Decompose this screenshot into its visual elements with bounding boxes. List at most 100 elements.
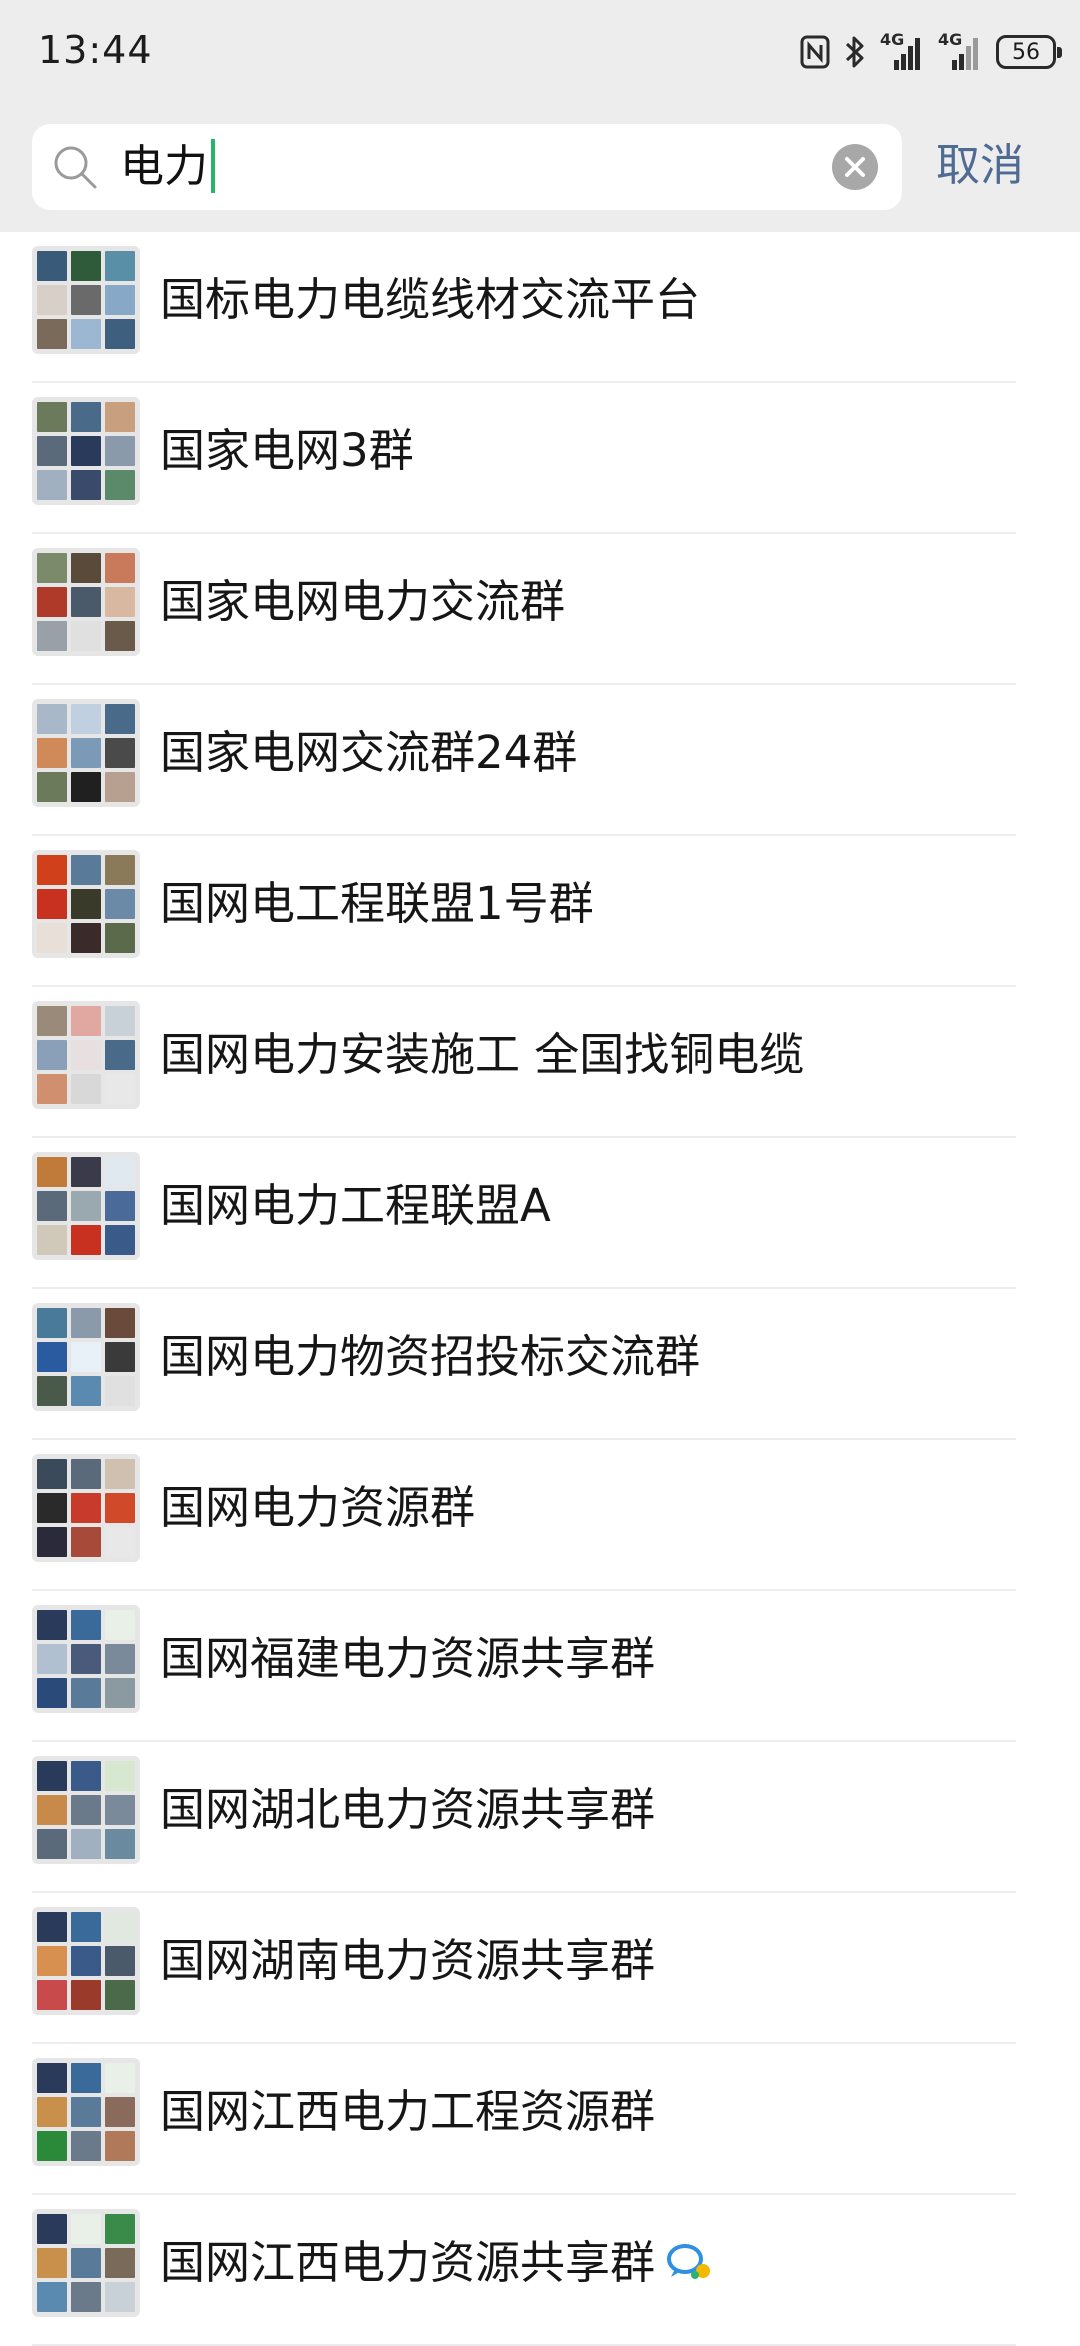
- group-result-row[interactable]: 国家电网电力交流群: [0, 534, 1080, 685]
- group-name: 国网电力物资招投标交流群: [160, 1289, 700, 1425]
- avatar-tile: [71, 1308, 101, 1338]
- group-name-text: 国家电网电力交流群: [160, 575, 566, 628]
- avatar-tile: [105, 889, 135, 919]
- avatar-tile: [71, 2248, 101, 2278]
- avatar-tile: [37, 1342, 67, 1372]
- group-avatar: [32, 2058, 140, 2166]
- avatar-tile: [71, 587, 101, 617]
- avatar-tile: [71, 1342, 101, 1372]
- close-icon: [845, 157, 865, 177]
- avatar-tile: [105, 285, 135, 315]
- avatar-tile: [71, 1527, 101, 1557]
- group-result-row[interactable]: 国网电力物资招投标交流群: [0, 1289, 1080, 1440]
- avatar-tile: [71, 1980, 101, 2010]
- group-result-row[interactable]: 国网福建电力资源共享群: [0, 1591, 1080, 1742]
- avatar-tile: [105, 1074, 135, 1104]
- avatar-tile: [105, 2282, 135, 2312]
- nfc-icon: [800, 35, 830, 69]
- avatar-tile: [105, 1225, 135, 1255]
- group-result-row[interactable]: 国网江西电力工程资源群: [0, 2044, 1080, 2195]
- avatar-tile: [71, 2097, 101, 2127]
- 4g-signal-icon: 4G: [938, 30, 982, 72]
- group-result-row[interactable]: 国家电网3群: [0, 383, 1080, 534]
- group-name: 国家电网交流群24群: [160, 685, 577, 821]
- group-name-text: 国网电工程联盟1号群: [160, 877, 594, 930]
- group-name-text: 国网湖北电力资源共享群: [160, 1783, 656, 1836]
- group-avatar: [32, 548, 140, 656]
- group-result-row[interactable]: 国网江西电力资源共享群: [0, 2195, 1080, 2346]
- group-name: 国网电力安装施工 全国找铜电缆: [160, 987, 804, 1123]
- group-name: 国网电工程联盟1号群: [160, 836, 594, 972]
- avatar-tile: [71, 1074, 101, 1104]
- avatar-tile: [37, 1376, 67, 1406]
- status-icons: 4G 4G 56: [800, 30, 1062, 74]
- avatar-tile: [105, 1006, 135, 1036]
- avatar-tile: [37, 1912, 67, 1942]
- group-result-row[interactable]: 国网电力资源群: [0, 1440, 1080, 1591]
- avatar-tile: [105, 738, 135, 768]
- avatar-tile: [105, 923, 135, 953]
- cancel-button[interactable]: 取消: [936, 136, 1024, 196]
- search-bar[interactable]: 电力: [32, 124, 902, 210]
- clear-button[interactable]: [832, 144, 878, 190]
- avatar-tile: [105, 1912, 135, 1942]
- avatar-tile: [71, 1644, 101, 1674]
- group-result-row[interactable]: 国网电力安装施工 全国找铜电缆: [0, 987, 1080, 1138]
- avatar-tile: [37, 1225, 67, 1255]
- avatar-tile: [71, 402, 101, 432]
- status-bar: 13:44 4G 4G 56: [0, 0, 1080, 100]
- avatar-tile: [71, 2282, 101, 2312]
- avatar-tile: [105, 1610, 135, 1640]
- avatar-tile: [37, 1308, 67, 1338]
- battery-level: 56: [1012, 39, 1040, 65]
- avatar-tile: [71, 470, 101, 500]
- avatar-tile: [37, 1040, 67, 1070]
- search-query: 电力: [120, 141, 208, 192]
- avatar-tile: [71, 855, 101, 885]
- group-avatar: [32, 850, 140, 958]
- avatar-tile: [37, 2282, 67, 2312]
- avatar-tile: [71, 1493, 101, 1523]
- avatar-tile: [37, 2214, 67, 2244]
- avatar-tile: [37, 738, 67, 768]
- group-name: 国网福建电力资源共享群: [160, 1591, 655, 1727]
- avatar-tile: [71, 319, 101, 349]
- avatar-tile: [105, 1157, 135, 1187]
- avatar-tile: [71, 1829, 101, 1859]
- group-result-row[interactable]: 国网湖北电力资源共享群: [0, 1742, 1080, 1893]
- group-result-row[interactable]: 国网湖南电力资源共享群: [0, 1893, 1080, 2044]
- avatar-tile: [105, 436, 135, 466]
- search-results-list: 国标电力电缆线材交流平台 国家电网3群 国家电网电力交流群 国家电网交流群24群 国网电…: [0, 232, 1080, 2346]
- search-input[interactable]: 电力: [120, 124, 215, 210]
- group-name-text: 国网江西电力资源共享群: [160, 2236, 656, 2289]
- group-result-row[interactable]: 国网电力工程联盟A: [0, 1138, 1080, 1289]
- group-avatar: [32, 1152, 140, 1260]
- avatar-tile: [37, 889, 67, 919]
- avatar-tile: [37, 470, 67, 500]
- group-avatar: [32, 1303, 140, 1411]
- group-name-text: 国家电网交流群24群: [160, 726, 578, 779]
- avatar-tile: [71, 1040, 101, 1070]
- group-result-row[interactable]: 国标电力电缆线材交流平台: [0, 232, 1080, 383]
- avatar-tile: [71, 251, 101, 281]
- group-name: 国网湖南电力资源共享群: [160, 1893, 655, 2029]
- avatar-tile: [105, 2131, 135, 2161]
- avatar-tile: [105, 2063, 135, 2093]
- avatar-tile: [105, 1493, 135, 1523]
- avatar-tile: [37, 402, 67, 432]
- group-avatar: [32, 1454, 140, 1562]
- avatar-tile: [71, 2131, 101, 2161]
- avatar-tile: [37, 587, 67, 617]
- avatar-tile: [37, 1980, 67, 2010]
- group-avatar: [32, 1605, 140, 1713]
- group-result-row[interactable]: 国家电网交流群24群: [0, 685, 1080, 836]
- avatar-tile: [105, 855, 135, 885]
- group-result-row[interactable]: 国网电工程联盟1号群: [0, 836, 1080, 987]
- avatar-tile: [105, 402, 135, 432]
- avatar-tile: [71, 1946, 101, 1976]
- group-avatar: [32, 1756, 140, 1864]
- avatar-tile: [37, 1678, 67, 1708]
- avatar-tile: [105, 1761, 135, 1791]
- avatar-tile: [37, 319, 67, 349]
- avatar-tile: [37, 2248, 67, 2278]
